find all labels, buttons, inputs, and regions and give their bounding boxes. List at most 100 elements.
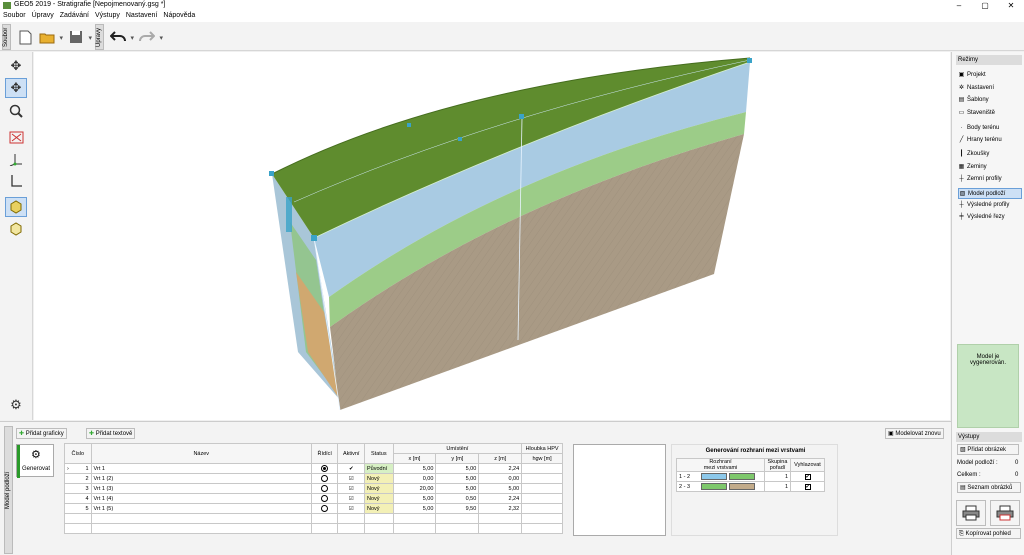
col-y: y [m] <box>435 453 480 464</box>
move-icon[interactable]: ✥ <box>5 56 27 76</box>
cell-y[interactable]: 5,00 <box>435 463 480 474</box>
menu-zadavani[interactable]: Zadávání <box>57 11 92 19</box>
cell-x[interactable]: 20,00 <box>392 483 437 494</box>
table-row[interactable]: › 1 Vrt 1 ✔ Původní 5,00 5,00 2,24 <box>64 463 563 474</box>
cell-z[interactable]: 0,00 <box>478 473 523 484</box>
zoom-icon[interactable] <box>5 101 27 121</box>
cell-aktivni[interactable]: ☑ <box>337 483 366 494</box>
cell-name[interactable]: Vrt 1 (2) <box>90 473 312 484</box>
remodel-button[interactable]: ▣ Modelovat znovu <box>885 428 944 439</box>
list-pictures-button[interactable]: ▤ Seznam obrázků <box>957 482 1021 493</box>
mode-item-result-profile[interactable]: ┼ Výsledné profily <box>958 200 1022 211</box>
axes-3d-icon[interactable] <box>5 149 27 169</box>
ridici-radio[interactable] <box>321 495 329 502</box>
add-graphic-button[interactable]: ✚ Přidat graficky <box>16 428 67 439</box>
rotate-move-icon[interactable]: ✥ <box>5 78 27 98</box>
minimize-button[interactable]: – <box>946 0 972 11</box>
table-row[interactable]: 5 Vrt 1 (5) ☑ Nový 5,00 9,50 2,32 <box>64 503 563 514</box>
close-button[interactable]: ✕ <box>998 0 1024 11</box>
cell-aktivni[interactable]: ✔ <box>337 463 366 474</box>
undo-icon[interactable] <box>108 27 134 47</box>
cell-ridici[interactable] <box>310 463 339 474</box>
cell-name[interactable]: Vrt 1 (5) <box>90 503 312 514</box>
cell-hpv[interactable] <box>521 503 563 514</box>
mode-item-project[interactable]: ▣ Projekt <box>958 70 1022 81</box>
menu-napoveda[interactable]: Nápověda <box>160 11 198 19</box>
cell-group[interactable]: 1 <box>764 471 791 482</box>
cell-smooth[interactable]: ✔ <box>790 471 825 482</box>
cell-x[interactable]: 5,00 <box>392 493 437 504</box>
cell-hpv[interactable] <box>521 493 563 504</box>
cell-name[interactable]: Vrt 1 <box>90 463 312 474</box>
generate-button[interactable]: ⚙ Generovat <box>16 444 54 478</box>
menu-upravy[interactable]: Úpravy <box>29 11 57 19</box>
cell-hpv[interactable] <box>521 473 563 484</box>
cell-name[interactable]: Vrt 1 (4) <box>90 493 312 504</box>
cell-z[interactable]: 5,00 <box>478 483 523 494</box>
interface-row[interactable]: 1 - 2 1 ✔ <box>676 471 825 482</box>
cell-ridici[interactable] <box>310 493 339 504</box>
mode-item-subsoil-model[interactable]: ▧ Model podloží <box>958 188 1022 199</box>
cell-ridici[interactable] <box>310 473 339 484</box>
smooth-checkbox[interactable]: ✔ <box>804 473 811 480</box>
interface-row[interactable]: 2 - 3 1 ✔ <box>676 481 825 492</box>
mode-item-gear[interactable]: ✲ Nastavení <box>958 83 1022 94</box>
cell-ridici[interactable] <box>310 503 339 514</box>
add-text-button[interactable]: ✚ Přidat textově <box>86 428 136 439</box>
3d-viewport[interactable] <box>34 52 950 420</box>
cell-y[interactable]: 0,50 <box>435 493 480 504</box>
cell-y[interactable]: 5,00 <box>435 473 480 484</box>
axes-2d-icon[interactable] <box>5 171 27 191</box>
print-export-button[interactable] <box>990 500 1020 526</box>
cell-y[interactable]: 9,50 <box>435 503 480 514</box>
add-picture-button[interactable]: ▧ Přidat obrázek <box>957 444 1019 455</box>
table-row[interactable]: 4 Vrt 1 (4) ☑ Nový 5,00 0,50 2,24 <box>64 493 563 504</box>
cell-ridici[interactable] <box>310 483 339 494</box>
mode-item-result-section[interactable]: ╪ Výsledné řezy <box>958 212 1022 223</box>
menu-nastaveni[interactable]: Nastavení <box>123 11 161 19</box>
cell-x[interactable]: 5,00 <box>392 463 437 474</box>
cell-x[interactable]: 5,00 <box>392 503 437 514</box>
ridici-radio[interactable] <box>321 465 329 472</box>
smooth-checkbox[interactable]: ✔ <box>804 483 811 490</box>
redo-icon[interactable] <box>137 27 163 47</box>
mode-item-soil-profile[interactable]: ┼ Zemní profily <box>958 174 1022 185</box>
ridici-radio[interactable] <box>321 485 329 492</box>
cell-aktivni[interactable]: ☑ <box>337 473 366 484</box>
maximize-button[interactable]: ▢ <box>972 0 998 11</box>
cell-z[interactable]: 2,32 <box>478 503 523 514</box>
mode-item-terrain-edges[interactable]: ╱ Hrany terénu <box>958 135 1022 146</box>
mode-item-site[interactable]: ▭ Staveniště <box>958 108 1022 119</box>
mode-item-terrain-points[interactable]: · Body terénu <box>958 123 1022 134</box>
settings-gear-icon[interactable]: ⚙ <box>5 395 27 415</box>
mode-item-soil[interactable]: ▦ Zeminy <box>958 162 1022 173</box>
new-file-icon[interactable] <box>15 27 35 47</box>
cell-x[interactable]: 0,00 <box>392 473 437 484</box>
cell-y[interactable]: 5,00 <box>435 483 480 494</box>
menu-soubor[interactable]: Soubor <box>0 11 29 19</box>
print-button[interactable] <box>956 500 986 526</box>
cell-smooth[interactable]: ✔ <box>790 481 825 492</box>
zoom-extents-icon[interactable] <box>5 127 27 147</box>
cell-aktivni[interactable]: ☑ <box>337 503 366 514</box>
cell-z[interactable]: 2,24 <box>478 463 523 474</box>
ridici-radio[interactable] <box>321 475 329 482</box>
cell-z[interactable]: 2,24 <box>478 493 523 504</box>
mode-item-template[interactable]: ▤ Šablony <box>958 95 1022 106</box>
cell-group[interactable]: 1 <box>764 481 791 492</box>
cell-name[interactable]: Vrt 1 (3) <box>90 483 312 494</box>
cell-aktivni[interactable]: ☑ <box>337 493 366 504</box>
menu-vystupy[interactable]: Výstupy <box>92 11 123 19</box>
table-row[interactable]: 2 Vrt 1 (2) ☑ Nový 0,00 5,00 0,00 <box>64 473 563 484</box>
box-3d-alt-icon[interactable] <box>5 219 27 239</box>
table-row[interactable]: 3 Vrt 1 (3) ☑ Nový 20,00 5,00 5,00 <box>64 483 563 494</box>
mode-item-test[interactable]: ┃ Zkoušky <box>958 149 1022 160</box>
cell-hpv[interactable] <box>521 483 563 494</box>
copy-view-button[interactable]: ⎘ Kopírovat pohled <box>956 528 1021 539</box>
box-3d-view-icon[interactable] <box>5 197 27 217</box>
open-folder-icon[interactable] <box>37 27 63 47</box>
save-icon[interactable] <box>66 27 92 47</box>
ridici-radio[interactable] <box>321 505 329 512</box>
cell-status: Nový <box>364 503 394 514</box>
cell-hpv[interactable] <box>521 463 563 474</box>
